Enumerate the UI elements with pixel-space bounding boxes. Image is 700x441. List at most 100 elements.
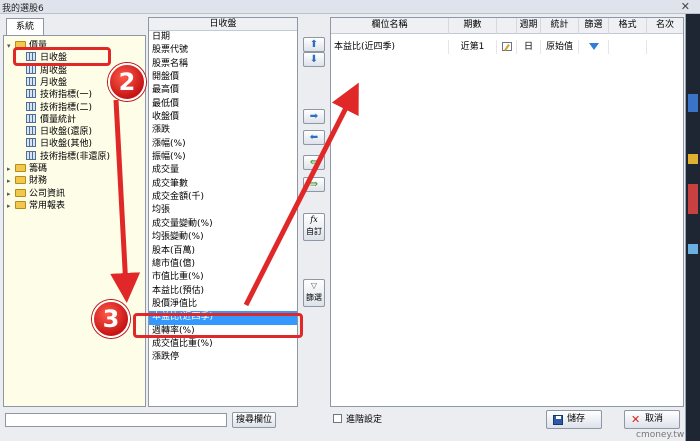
tree-item[interactable]: 技術指標(一)	[26, 89, 92, 101]
list-item[interactable]: 股本(百萬)	[149, 245, 297, 258]
list-item[interactable]: 漲跌停	[149, 351, 297, 364]
expand-icon[interactable]: ▸	[7, 188, 15, 200]
list-item[interactable]: 最高價	[149, 84, 297, 97]
list-item[interactable]: 股價淨值比	[149, 298, 297, 311]
advanced-settings-label: 進階設定	[346, 415, 383, 425]
background-thumbnail	[688, 154, 698, 164]
list-item[interactable]: 總市值(億)	[149, 258, 297, 271]
remove-field-button[interactable]: ⬅	[303, 130, 325, 145]
column-header-filter[interactable]: 篩選	[579, 18, 609, 34]
cell-rank[interactable]	[647, 40, 683, 54]
tree-item-label: 日收盤(其他)	[40, 139, 93, 150]
tree-item-label: 常用報表	[29, 200, 66, 211]
remove-all-button[interactable]: ⇛	[303, 177, 325, 192]
column-header-format[interactable]: 格式	[609, 18, 647, 34]
tree-item[interactable]: 日收盤(其他)	[26, 138, 92, 150]
column-header-cycle[interactable]: 週期	[517, 18, 541, 34]
tree-item-label: 公司資訊	[29, 188, 66, 199]
list-item[interactable]: 成交金額(千)	[149, 191, 297, 204]
cell-periods[interactable]: 近第1	[449, 40, 497, 54]
filter-label: 篩選	[306, 293, 322, 302]
table-grid-icon	[26, 126, 36, 136]
column-header-field-name[interactable]: 欄位名稱	[331, 18, 449, 34]
expand-icon[interactable]: ▸	[7, 163, 15, 175]
cancel-x-icon: ✕	[631, 413, 641, 426]
cell-cycle[interactable]: 日	[517, 40, 541, 54]
list-item[interactable]: 日期	[149, 31, 297, 44]
folder-icon	[15, 200, 26, 209]
tree-folder[interactable]: ▸ 公司資訊	[7, 188, 65, 200]
tree-folder[interactable]: ▸ 財務	[7, 175, 47, 187]
search-field-input[interactable]	[5, 413, 227, 427]
list-item[interactable]: 成交筆數	[149, 178, 297, 191]
advanced-settings[interactable]: 進階設定	[333, 414, 382, 426]
list-item[interactable]: 股票代號	[149, 44, 297, 57]
move-up-button[interactable]: ⬆	[303, 37, 325, 52]
tree-folder[interactable]: ▸ 常用報表	[7, 200, 65, 212]
add-all-button[interactable]: ⇚	[303, 155, 325, 170]
list-item[interactable]: 本益比(預估)	[149, 285, 297, 298]
fx-icon: fx	[310, 215, 318, 224]
list-item[interactable]: 振幅(%)	[149, 151, 297, 164]
edit-icon[interactable]	[501, 42, 512, 51]
cell-format[interactable]	[609, 40, 647, 54]
list-item[interactable]: 市值比重(%)	[149, 271, 297, 284]
field-list-header: 日收盤	[149, 18, 297, 31]
list-item[interactable]: 開盤價	[149, 71, 297, 84]
tree-folder[interactable]: ▸ 籌碼	[7, 163, 47, 175]
move-down-button[interactable]: ⬇	[303, 52, 325, 67]
table-header: 欄位名稱 期數 週期 統計 篩選 格式 名次	[331, 18, 683, 34]
background-thumbnail	[688, 184, 698, 214]
list-item[interactable]: 股票名稱	[149, 58, 297, 71]
list-item[interactable]: 成交值比重(%)	[149, 338, 297, 351]
cell-stat[interactable]: 原始值	[541, 40, 579, 54]
list-item[interactable]: 最低價	[149, 98, 297, 111]
tree-item-label: 周收盤	[40, 65, 68, 76]
column-header-stat[interactable]: 統計	[541, 18, 579, 34]
tab-system[interactable]: 系統	[6, 18, 44, 35]
tree-item[interactable]: 技術指標(非還原)	[26, 150, 110, 163]
field-list[interactable]: 日收盤 日期 股票代號 股票名稱 開盤價 最高價 最低價 收盤價 漲跌 漲幅(%) 振幅(%) 成交…	[148, 17, 298, 407]
tree-item-label: 技術指標(二)	[40, 102, 93, 113]
advanced-settings-checkbox[interactable]	[333, 414, 342, 423]
search-field-button[interactable]: 搜尋欄位	[232, 412, 276, 428]
highlight-box-list	[133, 313, 303, 338]
column-header-rank[interactable]: 名次	[647, 18, 683, 34]
filter-icon[interactable]	[588, 43, 599, 50]
list-item[interactable]: 成交量變動(%)	[149, 218, 297, 231]
folder-icon	[15, 164, 26, 172]
list-item[interactable]: 漲幅(%)	[149, 138, 297, 151]
highlight-box-tree	[13, 47, 111, 66]
cancel-button[interactable]: ✕ 取消	[624, 410, 680, 429]
list-item[interactable]: 均張	[149, 204, 297, 217]
close-icon[interactable]: ✕	[681, 0, 690, 13]
column-header-edit	[497, 18, 517, 34]
background-app-strip	[686, 14, 700, 441]
expand-icon[interactable]: ▸	[7, 175, 15, 187]
list-item[interactable]: 成交量	[149, 164, 297, 177]
list-item[interactable]: 收盤價	[149, 111, 297, 124]
add-field-button[interactable]: ➡	[303, 109, 325, 124]
save-button[interactable]: 儲存	[546, 410, 602, 429]
custom-formula-button[interactable]: fx 自訂	[303, 213, 325, 241]
table-row[interactable]: 本益比(近四季) 近第1 日 原始值	[331, 40, 683, 54]
table-grid-icon	[26, 76, 36, 86]
tree-item[interactable]: 月收盤	[26, 76, 67, 89]
tree-item[interactable]: 日收盤(還原)	[26, 126, 92, 138]
cell-edit[interactable]	[497, 40, 517, 54]
column-header-periods[interactable]: 期數	[449, 18, 497, 34]
tree-item[interactable]: 技術指標(二)	[26, 101, 93, 114]
cell-filter[interactable]	[579, 40, 609, 54]
cell-field-name: 本益比(近四季)	[334, 40, 449, 54]
list-item[interactable]: 均張變動(%)	[149, 231, 297, 244]
filter-button[interactable]: ▽ 篩選	[303, 279, 325, 307]
tree-item[interactable]: 周收盤	[26, 64, 68, 77]
folder-icon	[15, 176, 26, 185]
table-grid-icon	[26, 138, 36, 148]
selected-fields-table[interactable]: 欄位名稱 期數 週期 統計 篩選 格式 名次 本益比(近四季) 近第1 日 原始…	[330, 17, 684, 407]
list-item[interactable]: 漲跌	[149, 124, 297, 137]
expand-icon[interactable]: ▸	[7, 200, 15, 212]
window-title: 我的選股6	[2, 4, 44, 14]
floppy-disk-icon	[553, 415, 563, 425]
tree-item[interactable]: 價量統計	[26, 113, 76, 126]
